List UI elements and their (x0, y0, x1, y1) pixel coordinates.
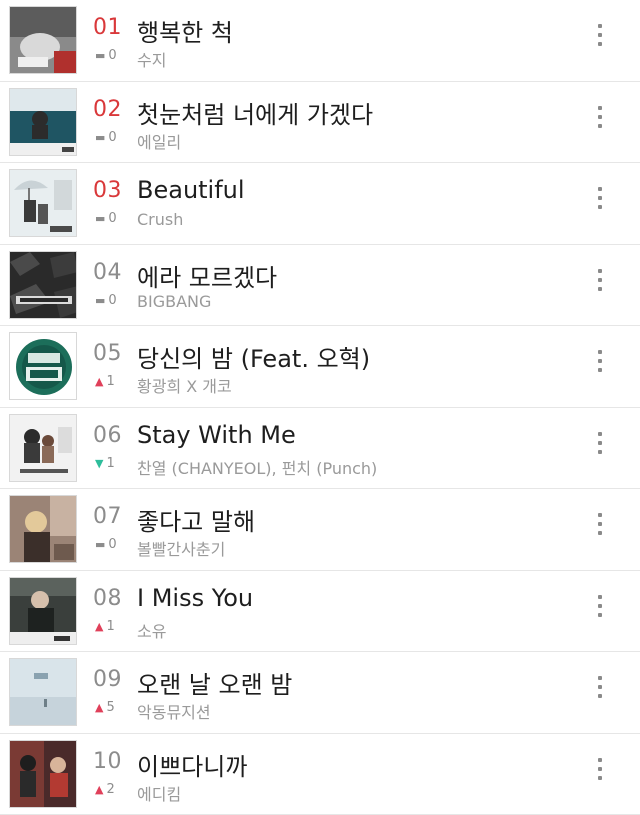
list-item[interactable]: 05 ▲1 당신의 밤 (Feat. 오혁) 황광희 X 개코 (0, 326, 640, 408)
song-title[interactable]: 당신의 밤 (Feat. 오혁) (137, 339, 370, 374)
list-item[interactable]: 08 ▲1 I Miss You 소유 (0, 571, 640, 653)
rank-number: 10 (93, 749, 122, 774)
more-options-icon[interactable] (590, 513, 610, 543)
rank-number: 01 (93, 15, 122, 40)
rank-change: ▬0 (95, 130, 117, 146)
rank-change-value: 0 (108, 130, 116, 145)
album-art[interactable] (9, 251, 77, 319)
song-title[interactable]: 이쁘다니까 (137, 747, 247, 782)
rank-change-value: 0 (108, 537, 116, 552)
rank-change: ▬0 (95, 537, 117, 553)
more-options-icon[interactable] (590, 187, 610, 217)
arrow-up-icon: ▲ (95, 782, 103, 798)
rank-change-value: 1 (106, 456, 114, 471)
artist-name[interactable]: 에일리 (137, 129, 181, 153)
rank-change-value: 0 (108, 211, 116, 226)
song-title[interactable]: 좋다고 말해 (137, 502, 255, 537)
no-change-icon: ▬ (95, 211, 105, 227)
rank-change: ▲5 (95, 700, 115, 716)
song-title[interactable]: 에라 모르겠다 (137, 258, 277, 293)
rank-change: ▬0 (95, 293, 117, 309)
chart-list: 01 ▬0 행복한 척 수지 02 ▬0 첫눈처럼 너에게 가겠다 에일리 (0, 0, 640, 815)
rank-number: 05 (93, 341, 122, 366)
arrow-up-icon: ▲ (95, 700, 103, 716)
rank-change: ▬0 (95, 211, 117, 227)
song-title[interactable]: Beautiful (137, 176, 245, 204)
rank-change: ▼1 (95, 456, 115, 472)
album-art[interactable] (9, 169, 77, 237)
rank-change: ▲2 (95, 782, 115, 798)
album-art[interactable] (9, 414, 77, 482)
arrow-up-icon: ▲ (95, 374, 103, 390)
more-options-icon[interactable] (590, 350, 610, 380)
list-item[interactable]: 06 ▼1 Stay With Me 찬열 (CHANYEOL), 펀치 (Pu… (0, 408, 640, 490)
rank-number: 07 (93, 504, 122, 529)
artist-name[interactable]: 에디킴 (137, 781, 181, 805)
song-title[interactable]: Stay With Me (137, 421, 296, 449)
artist-name[interactable]: BIGBANG (137, 292, 211, 311)
arrow-up-icon: ▲ (95, 619, 103, 635)
no-change-icon: ▬ (95, 48, 105, 64)
artist-name[interactable]: 수지 (137, 47, 166, 71)
more-options-icon[interactable] (590, 595, 610, 625)
album-art[interactable] (9, 495, 77, 563)
more-options-icon[interactable] (590, 106, 610, 136)
more-options-icon[interactable] (590, 758, 610, 788)
song-title[interactable]: I Miss You (137, 584, 253, 612)
album-art[interactable] (9, 658, 77, 726)
rank-number: 06 (93, 423, 122, 448)
rank-number: 03 (93, 178, 122, 203)
list-item[interactable]: 09 ▲5 오랜 날 오랜 밤 악동뮤지션 (0, 652, 640, 734)
more-options-icon[interactable] (590, 269, 610, 299)
artist-name[interactable]: 소유 (137, 618, 166, 642)
rank-change-value: 1 (106, 619, 114, 634)
album-art[interactable] (9, 577, 77, 645)
rank-change-value: 5 (106, 700, 114, 715)
rank-number: 08 (93, 586, 122, 611)
rank-change-value: 0 (108, 48, 116, 63)
more-options-icon[interactable] (590, 24, 610, 54)
list-item[interactable]: 04 ▬0 에라 모르겠다 BIGBANG (0, 245, 640, 327)
more-options-icon[interactable] (590, 676, 610, 706)
album-art[interactable] (9, 88, 77, 156)
more-options-icon[interactable] (590, 432, 610, 462)
rank-number: 09 (93, 667, 122, 692)
album-art[interactable] (9, 740, 77, 808)
no-change-icon: ▬ (95, 293, 105, 309)
list-item[interactable]: 03 ▬0 Beautiful Crush (0, 163, 640, 245)
rank-number: 02 (93, 97, 122, 122)
rank-number: 04 (93, 260, 122, 285)
album-art[interactable] (9, 6, 77, 74)
song-title[interactable]: 오랜 날 오랜 밤 (137, 665, 292, 700)
list-item[interactable]: 01 ▬0 행복한 척 수지 (0, 0, 640, 82)
list-item[interactable]: 02 ▬0 첫눈처럼 너에게 가겠다 에일리 (0, 82, 640, 164)
list-item[interactable]: 10 ▲2 이쁘다니까 에디킴 (0, 734, 640, 815)
no-change-icon: ▬ (95, 130, 105, 146)
song-title[interactable]: 첫눈처럼 너에게 가겠다 (137, 95, 373, 130)
artist-name[interactable]: 볼빨간사춘기 (137, 536, 225, 560)
rank-change-value: 0 (108, 293, 116, 308)
no-change-icon: ▬ (95, 537, 105, 553)
album-art[interactable] (9, 332, 77, 400)
rank-change: ▲1 (95, 619, 115, 635)
artist-name[interactable]: 찬열 (CHANYEOL), 펀치 (Punch) (137, 455, 377, 479)
artist-name[interactable]: Crush (137, 210, 183, 229)
list-item[interactable]: 07 ▬0 좋다고 말해 볼빨간사춘기 (0, 489, 640, 571)
artist-name[interactable]: 악동뮤지션 (137, 699, 211, 723)
arrow-down-icon: ▼ (95, 456, 103, 472)
artist-name[interactable]: 황광희 X 개코 (137, 373, 232, 397)
song-title[interactable]: 행복한 척 (137, 13, 233, 48)
rank-change-value: 2 (106, 782, 114, 797)
rank-change: ▬0 (95, 48, 117, 64)
rank-change-value: 1 (106, 374, 114, 389)
rank-change: ▲1 (95, 374, 115, 390)
